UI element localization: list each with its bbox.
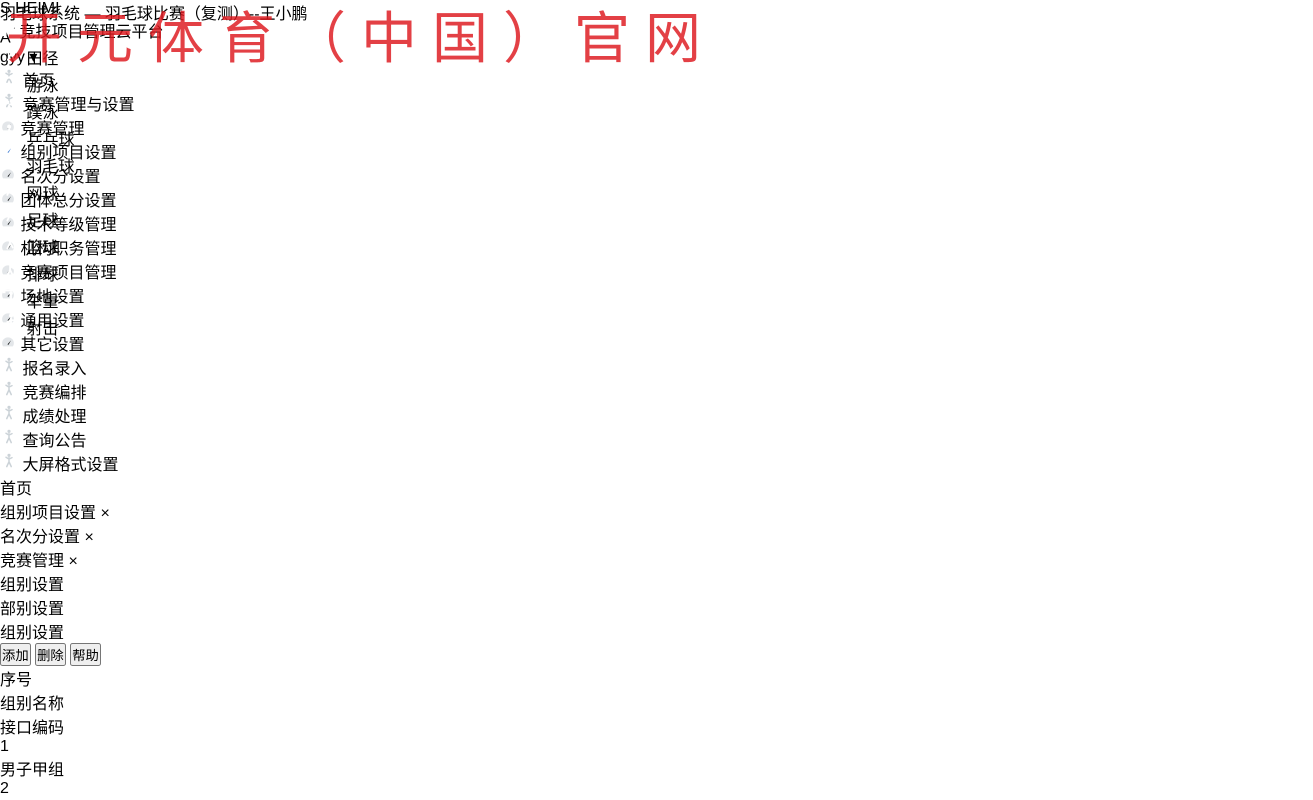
col-header-group-name: 组别名称	[0, 690, 1313, 714]
sidebar-item-bigscreen-format-settings[interactable]: 大屏格式设置	[0, 451, 1313, 475]
football-icon	[0, 213, 22, 230]
delete-button[interactable]: 删除	[35, 643, 66, 666]
swimming-icon	[0, 78, 22, 95]
table-header-row: 序号 组别名称 接口编码	[0, 666, 1313, 738]
platform-title: 竞技项目管理云平台	[19, 24, 163, 41]
help-button[interactable]: 帮助	[70, 643, 101, 666]
top-navbar: S HEIMI 竞技项目管理云平台 田径 游泳 蹼泳 乒乓球 羽毛球	[0, 0, 1313, 62]
gauge-icon	[0, 337, 16, 354]
shooting-icon	[0, 321, 22, 338]
tennis-icon	[0, 186, 22, 203]
badminton-icon	[0, 159, 22, 176]
sport-item-football[interactable]: 足球	[0, 204, 1313, 231]
heimi-logo[interactable]: S HEIMI	[0, 0, 1313, 18]
logo-swoosh: S	[0, 0, 11, 17]
weightlifting-icon	[0, 294, 22, 311]
tab-rank-score-settings[interactable]: 名次分设置 ×	[0, 523, 1313, 547]
tab-home[interactable]: 首页	[0, 475, 1313, 499]
tab-bar: 首页 组别项目设置 × 名次分设置 × 竞赛管理 ×	[0, 475, 1313, 571]
panel-title: 组别设置	[0, 619, 1313, 643]
sport-item-finswimming[interactable]: 蹼泳	[0, 96, 1313, 123]
volleyball-icon	[0, 267, 22, 284]
add-button[interactable]: 添加	[0, 643, 31, 666]
logo-text: HEIMI	[15, 0, 59, 17]
sport-item-basketball[interactable]: 篮球	[0, 231, 1313, 258]
main-content: 首页 组别项目设置 × 名次分设置 × 竞赛管理 × 组别设置 部别设置 组别设…	[0, 475, 1313, 800]
sport-item-swimming[interactable]: 游泳	[0, 69, 1313, 96]
table-row[interactable]: 1 男子甲组	[0, 738, 1313, 780]
badminton-player-icon	[0, 433, 18, 450]
table-row[interactable]: 2 男子乙组	[0, 780, 1313, 800]
badminton-player-icon	[0, 409, 18, 426]
close-tab-icon[interactable]: ×	[68, 553, 77, 570]
sidebar-item-results-processing[interactable]: 成绩处理	[0, 403, 1313, 427]
table-tennis-icon	[0, 132, 22, 149]
tab-competition-management[interactable]: 竞赛管理 ×	[0, 547, 1313, 571]
sport-nav: 田径 游泳 蹼泳 乒乓球 羽毛球 网球 足球 篮球	[0, 42, 1313, 339]
sport-item-tennis[interactable]: 网球	[0, 177, 1313, 204]
close-tab-icon[interactable]: ×	[100, 505, 109, 522]
platform-switcher[interactable]: 竞技项目管理云平台	[0, 18, 1313, 42]
close-tab-icon[interactable]: ×	[84, 529, 93, 546]
subtab-group-settings[interactable]: 组别设置	[0, 571, 1313, 595]
sport-item-volleyball[interactable]: 排球	[0, 258, 1313, 285]
group-toolbar: 添加 删除 帮助	[0, 643, 1313, 666]
sub-tab-bar: 组别设置 部别设置	[0, 571, 1313, 619]
group-settings-panel: 组别设置 添加 删除 帮助 序号 组别名称 接口编码 1 男子甲组 2 男子乙组	[0, 619, 1313, 800]
subtab-department-settings[interactable]: 部别设置	[0, 595, 1313, 619]
sidebar-item-competition-scheduling[interactable]: 竞赛编排	[0, 379, 1313, 403]
athletics-icon	[0, 51, 22, 68]
badminton-player-icon	[0, 385, 18, 402]
basketball-icon	[0, 240, 22, 257]
badminton-player-icon	[0, 457, 18, 474]
finswimming-icon	[0, 105, 22, 122]
group-table: 序号 组别名称 接口编码 1 男子甲组 2 男子乙组 3 女子甲组	[0, 666, 1313, 800]
sport-item-weightlifting[interactable]: 举重	[0, 285, 1313, 312]
sport-item-shooting[interactable]: 射击	[0, 312, 1313, 339]
sport-item-table-tennis[interactable]: 乒乓球	[0, 123, 1313, 150]
col-header-interface-code: 接口编码	[0, 714, 1313, 738]
sidebar-item-query-announcements[interactable]: 查询公告	[0, 427, 1313, 451]
badminton-player-icon	[0, 361, 18, 378]
tab-group-item-settings[interactable]: 组别项目设置 ×	[0, 499, 1313, 523]
grid-icon	[0, 24, 19, 41]
col-header-seq: 序号	[0, 666, 1313, 690]
sport-item-athletics[interactable]: 田径	[0, 42, 1313, 69]
sidebar-item-registration-entry[interactable]: 报名录入	[0, 355, 1313, 379]
sport-item-badminton[interactable]: 羽毛球	[0, 150, 1313, 177]
